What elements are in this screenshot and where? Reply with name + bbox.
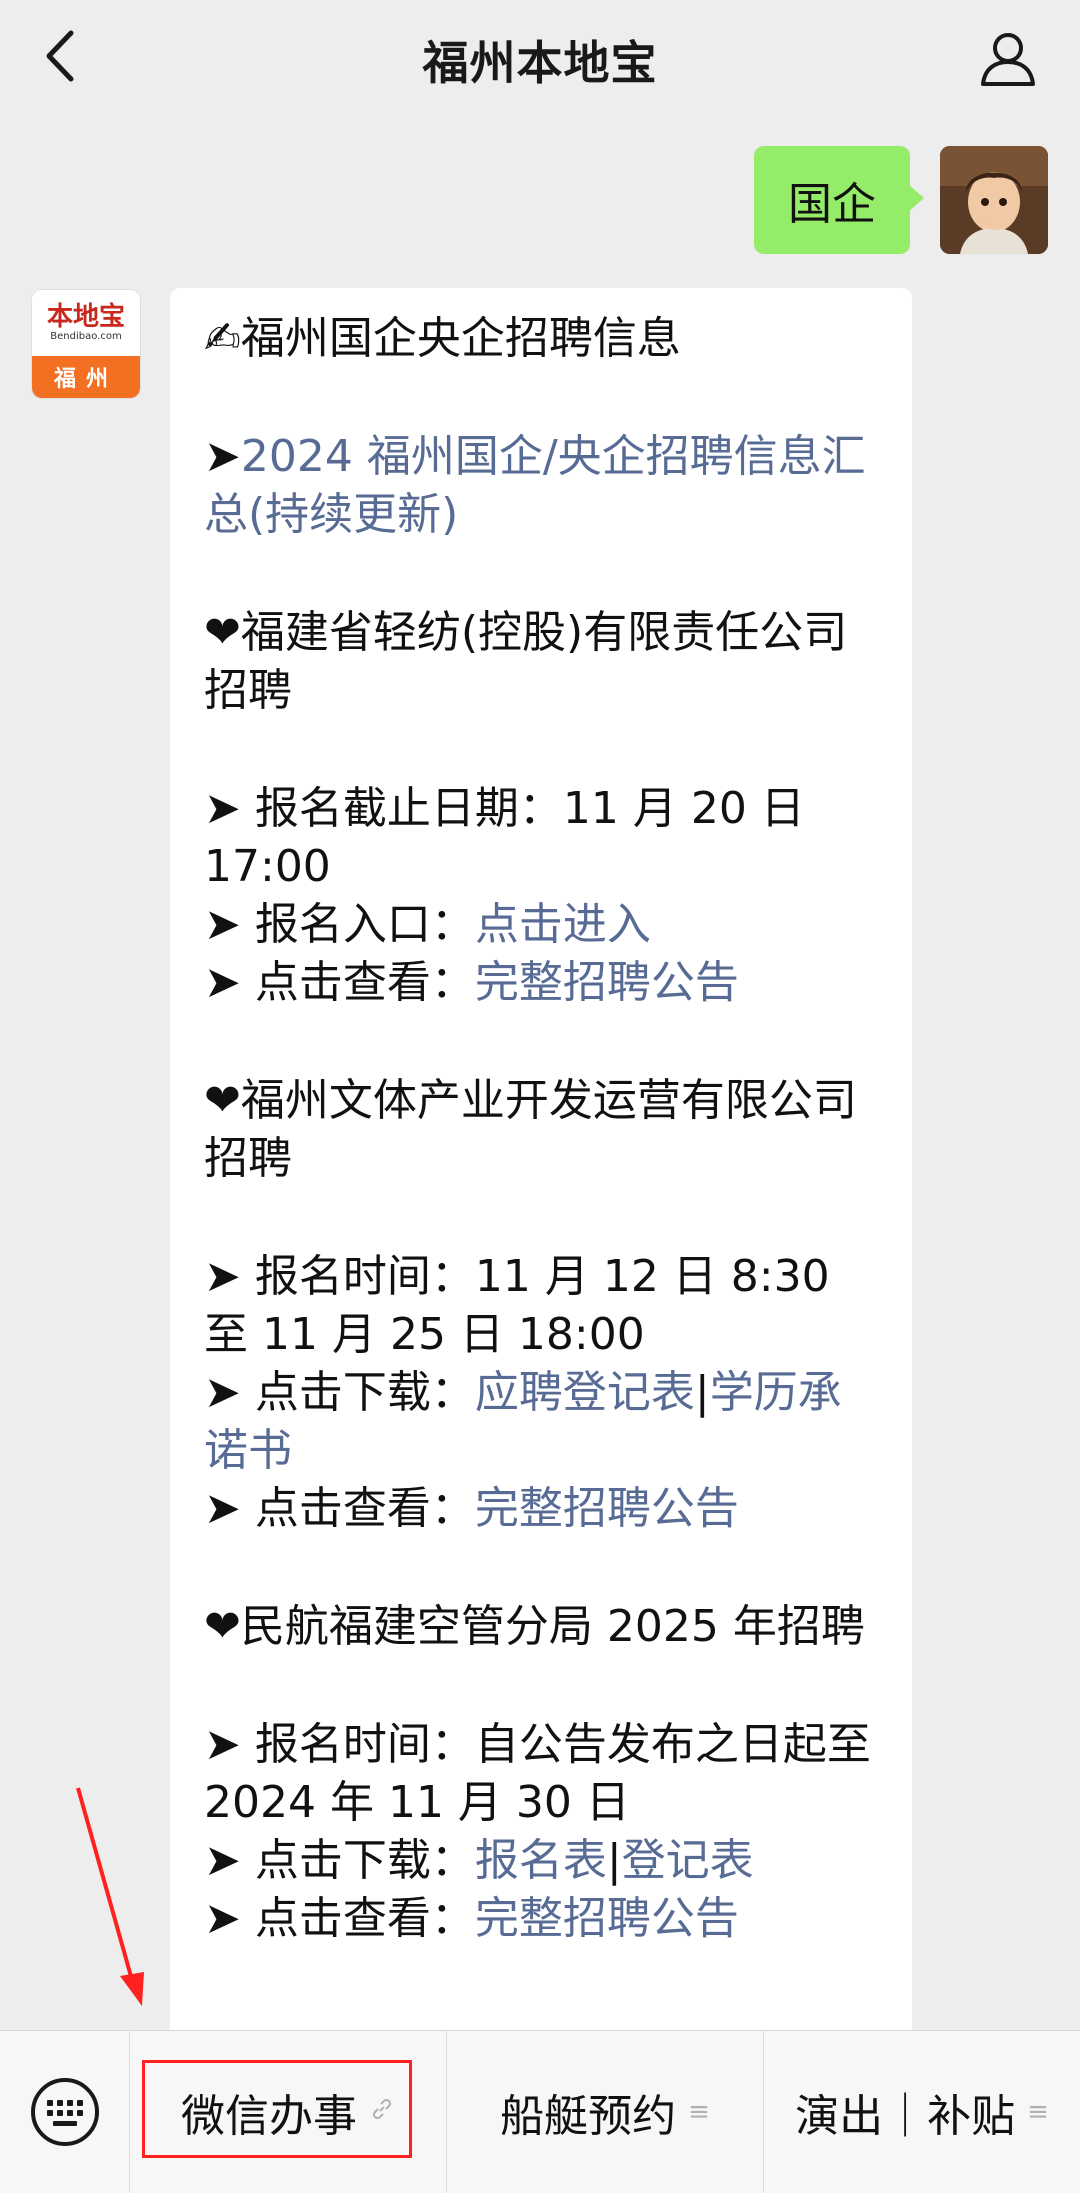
incoming-bubble: ✍福州国企央企招聘信息 ➤2024 福州国企/央企招聘信息汇总(持续更新) ❤福… [170,288,912,2048]
job-detail-row: ➤ 报名入口：点击进入 [204,896,878,954]
row-link[interactable]: 完整招聘公告 [475,1893,739,1944]
row-link[interactable]: 完整招聘公告 [475,957,739,1008]
job-heading: ❤福州文体产业开发运营有限公司招聘 [204,1075,857,1184]
avatar-brand: 本地宝 [46,302,125,332]
annotation-arrow-icon [76,1787,144,2006]
menu-item-label: 船艇预约 [500,2091,677,2142]
summary-link[interactable]: 2024 福州国企/央企招聘信息汇总(持续更新) [204,431,866,540]
job-detail-row: ➤ 报名时间：11 月 12 日 8:30 至 11 月 25 日 18:00 [204,1248,878,1364]
menu-lines-icon: ≡ [1027,2097,1049,2127]
job-heading: ❤民航福建空管分局 2025 年招聘 [204,1601,865,1652]
menu-item-shows-subsidy[interactable]: 演出｜补贴 ≡ [763,2031,1080,2193]
summary-line: ➤2024 福州国企/央企招聘信息汇总(持续更新) [204,428,878,544]
service-menu-bar: 微信办事 船艇预约 ≡ 演出｜补贴 ≡ [0,2030,1080,2193]
menu-item-label: 微信办事 [181,2091,357,2142]
row-link[interactable]: 完整招聘公告 [475,1483,739,1534]
row-link[interactable]: 应聘登记表 [475,1367,695,1418]
job-detail-row: ➤ 点击查看：完整招聘公告 [204,1890,878,1948]
row-label: ➤ 点击下载： [204,1367,475,1418]
menu-lines-icon: ≡ [688,2097,710,2127]
keyboard-toggle-button[interactable] [0,2031,130,2193]
job-detail-row: ➤ 点击查看：完整招聘公告 [204,954,878,1012]
job-list: ❤福建省轻纺(控股)有限责任公司招聘 ➤ 报名截止日期：11 月 20 日 17:… [204,544,878,1948]
outgoing-message: 国企 [754,146,1048,254]
person-icon [981,33,1035,86]
job-detail-row: ➤ 报名时间：自公告发布之日起至 2024 年 11 月 30 日 [204,1716,878,1832]
row-label: ➤ 点击下载： [204,1835,475,1886]
outgoing-bubble[interactable]: 国企 [754,146,924,254]
row-link[interactable]: 登记表 [622,1835,754,1886]
avatar-url: Bendibao.com [50,331,122,342]
row-label: ➤ 点击查看： [204,1483,475,1534]
link-separator: | [606,1835,622,1886]
job-detail-row: ➤ 点击下载：应聘登记表|学历承诺书 [204,1364,878,1480]
user-avatar[interactable] [940,146,1048,254]
job-detail-row: ➤ 点击下载：报名表|登记表 [204,1832,878,1890]
row-label: ➤ 报名入口： [204,899,475,950]
official-account-avatar[interactable]: 本地宝 Bendibao.com 福州 [32,290,140,398]
row-label: ➤ 点击查看： [204,1893,475,1944]
menu-item-label: 演出｜补贴 [795,2091,1016,2142]
avatar-city: 福州 [32,356,140,398]
link-icon [369,2096,395,2129]
row-link[interactable]: 点击进入 [475,899,651,950]
row-label: ➤ 报名截止日期： [204,783,563,834]
chevron-left-icon [46,30,74,82]
back-button[interactable] [30,26,90,86]
row-link[interactable]: 报名表 [475,1835,607,1886]
job-detail-row: ➤ 点击查看：完整招聘公告 [204,1480,878,1538]
keyboard-icon [30,2078,99,2146]
chat-header: 福州本地宝 [0,0,1080,120]
page-title: 福州本地宝 [422,36,658,90]
user-avatar-image [940,146,1048,254]
job-heading: ❤福建省轻纺(控股)有限责任公司招聘 [204,607,848,716]
link-separator: | [694,1367,710,1418]
menu-item-wechat-services[interactable]: 微信办事 [130,2031,446,2193]
row-label: ➤ 点击查看： [204,957,475,1008]
message-title: ✍福州国企央企招聘信息 [204,313,681,364]
job-detail-row: ➤ 报名截止日期：11 月 20 日 17:00 [204,780,878,896]
row-label: ➤ 报名时间： [204,1719,475,1770]
summary-arrow: ➤ [204,431,241,482]
profile-button[interactable] [976,26,1040,90]
menu-item-boat-booking[interactable]: 船艇预约 ≡ [446,2031,763,2193]
row-label: ➤ 报名时间： [204,1251,475,1302]
